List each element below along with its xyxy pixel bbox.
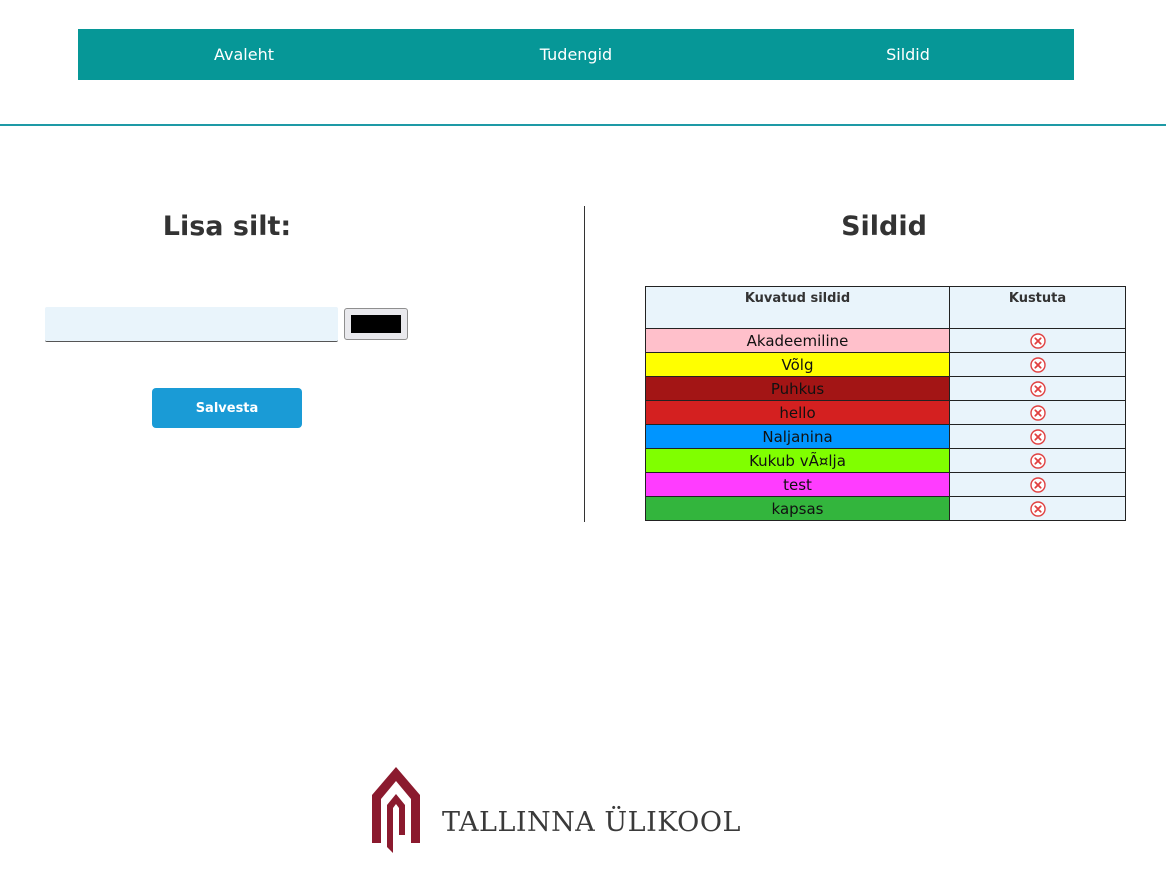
tag-name-cell: Kukub vÃ¤lja (645, 448, 950, 473)
logo-wordmark: TALLINNA ÜLIKOOL (442, 807, 741, 838)
tag-delete-cell (949, 400, 1126, 425)
delete-tag-icon[interactable] (1029, 477, 1046, 493)
column-header-delete: Kustuta (949, 286, 1126, 329)
table-row: Kukub vÃ¤lja (645, 448, 1126, 473)
tag-name-cell: Naljanina (645, 424, 950, 449)
delete-tag-icon[interactable] (1029, 405, 1046, 421)
nav-underline-divider (0, 124, 1166, 126)
table-row: hello (645, 400, 1126, 425)
tag-name-cell: kapsas (645, 496, 950, 521)
university-logo: TALLINNA ÜLIKOOL (368, 765, 748, 857)
tag-delete-cell (949, 328, 1126, 353)
table-row: Puhkus (645, 376, 1126, 401)
tags-table: Kuvatud sildid Kustuta Akadeemiline Võlg P… (645, 286, 1126, 521)
table-row: Akadeemiline (645, 328, 1126, 353)
tag-delete-cell (949, 352, 1126, 377)
selected-color-swatch (351, 315, 401, 333)
delete-tag-icon[interactable] (1029, 453, 1046, 469)
table-row: Võlg (645, 352, 1126, 377)
tag-delete-cell (949, 472, 1126, 497)
column-divider (584, 206, 585, 522)
delete-tag-icon[interactable] (1029, 333, 1046, 349)
tag-name-cell: Võlg (645, 352, 950, 377)
tallinn-university-logo-icon (372, 767, 420, 853)
nav-item-avaleht[interactable]: Avaleht (78, 29, 410, 80)
tag-color-picker[interactable] (344, 308, 408, 340)
delete-tag-icon[interactable] (1029, 429, 1046, 445)
main-nav: Avaleht Tudengid Sildid (78, 29, 1074, 80)
tag-name-cell: test (645, 472, 950, 497)
tag-name-cell: Akadeemiline (645, 328, 950, 353)
table-row: Naljanina (645, 424, 1126, 449)
tag-delete-cell (949, 496, 1126, 521)
tags-heading: Sildid (841, 211, 927, 242)
tag-name-cell: hello (645, 400, 950, 425)
delete-tag-icon[interactable] (1029, 381, 1046, 397)
nav-item-tudengid[interactable]: Tudengid (410, 29, 742, 80)
nav-item-sildid[interactable]: Sildid (742, 29, 1074, 80)
tag-delete-cell (949, 448, 1126, 473)
tag-name-cell: Puhkus (645, 376, 950, 401)
table-row: kapsas (645, 496, 1126, 521)
save-button[interactable]: Salvesta (152, 388, 302, 428)
add-tag-heading: Lisa silt: (162, 211, 292, 242)
table-header-row: Kuvatud sildid Kustuta (645, 286, 1126, 329)
tag-delete-cell (949, 376, 1126, 401)
tag-delete-cell (949, 424, 1126, 449)
table-row: test (645, 472, 1126, 497)
tag-name-input[interactable] (45, 307, 338, 342)
delete-tag-icon[interactable] (1029, 501, 1046, 517)
delete-tag-icon[interactable] (1029, 357, 1046, 373)
column-header-tags: Kuvatud sildid (645, 286, 950, 329)
